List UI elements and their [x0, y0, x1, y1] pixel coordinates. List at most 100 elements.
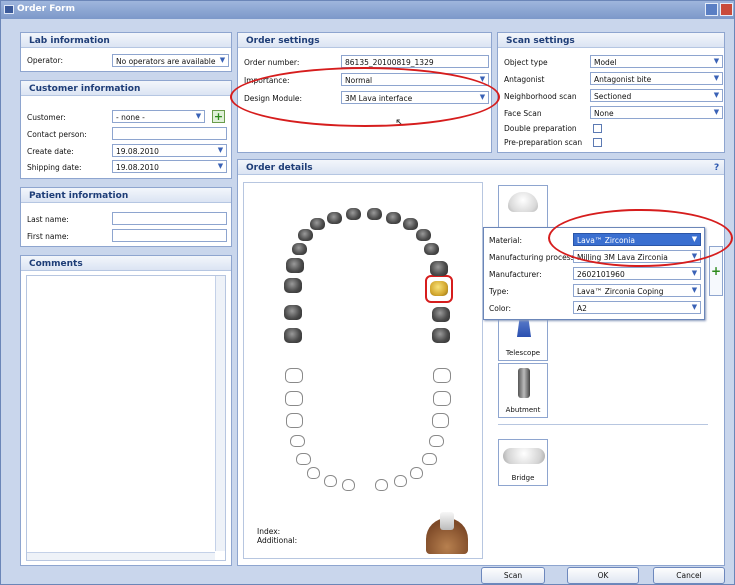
- tooth-lower-45[interactable]: [290, 435, 305, 447]
- window-title: Order Form: [17, 4, 75, 14]
- double-preparation-checkbox[interactable]: [593, 124, 602, 133]
- divider: [498, 424, 708, 425]
- chevron-down-icon: ▼: [713, 108, 720, 116]
- last-name-label: Last name:: [27, 215, 69, 224]
- chevron-down-icon: ▼: [691, 286, 698, 294]
- contact-person-label: Contact person:: [27, 130, 87, 139]
- tooth-upper-21[interactable]: [367, 208, 382, 220]
- cancel-button[interactable]: Cancel: [653, 567, 725, 584]
- minimize-button[interactable]: [705, 3, 718, 16]
- tooth-lower-42[interactable]: [324, 475, 337, 487]
- tooth-lower-46[interactable]: [286, 413, 303, 428]
- add-customer-icon[interactable]: +: [212, 110, 225, 123]
- tooth-upper-12[interactable]: [327, 212, 342, 224]
- comments-textarea[interactable]: [26, 275, 226, 561]
- neighborhood-scan-select[interactable]: Sectioned ▼: [590, 89, 723, 102]
- scan-settings-panel: Scan settings Object type Model ▼ Antago…: [497, 32, 725, 153]
- type-select[interactable]: Lava™ Zirconia Coping ▼: [573, 284, 701, 297]
- customer-select[interactable]: - none - ▼: [112, 110, 205, 123]
- abutment-tile[interactable]: Abutment: [498, 363, 548, 418]
- selected-tooth-highlight: [425, 275, 453, 303]
- crown-tile[interactable]: [498, 185, 548, 228]
- object-type-select[interactable]: Model ▼: [590, 55, 723, 68]
- manufacturer-select[interactable]: 2602101960 ▼: [573, 267, 701, 280]
- order-settings-header: Order settings: [238, 33, 491, 48]
- tooth-upper-28[interactable]: [432, 307, 450, 322]
- tooth-upper-29[interactable]: [432, 328, 450, 343]
- object-type-label: Object type: [504, 58, 548, 67]
- pre-preparation-scan-checkbox[interactable]: [593, 138, 602, 147]
- tooth-upper-13[interactable]: [310, 218, 325, 230]
- chevron-down-icon: ▼: [713, 74, 720, 82]
- face-scan-select[interactable]: None ▼: [590, 106, 723, 119]
- tooth-upper-19[interactable]: [284, 328, 302, 343]
- color-select[interactable]: A2 ▼: [573, 301, 701, 314]
- neighborhood-scan-label: Neighborhood scan: [504, 92, 577, 101]
- patient-information-header: Patient information: [21, 188, 231, 203]
- customer-label: Customer:: [27, 113, 66, 122]
- tooth-upper-17[interactable]: [284, 278, 302, 293]
- tooth-lower-47[interactable]: [285, 391, 303, 406]
- patient-information-panel: Patient information Last name: First nam…: [20, 187, 232, 247]
- neighborhood-scan-value: Sectioned: [594, 92, 632, 101]
- chevron-down-icon: ▼: [691, 269, 698, 277]
- telescope-label: Telescope: [505, 349, 541, 357]
- title-bar: Order Form: [1, 1, 734, 19]
- design-module-highlight-oval: [230, 67, 500, 127]
- comments-panel: Comments: [20, 255, 232, 566]
- tooth-lower-32[interactable]: [394, 475, 407, 487]
- index-label: Index:: [257, 527, 281, 536]
- tooth-chart[interactable]: Index: Additional:: [243, 182, 483, 559]
- tooth-lower-38[interactable]: [433, 368, 451, 383]
- tooth-upper-14[interactable]: [298, 229, 313, 241]
- tooth-upper-25[interactable]: [424, 243, 439, 255]
- create-date-picker[interactable]: 19.08.2010 ▼: [112, 144, 227, 157]
- scan-button[interactable]: Scan: [481, 567, 545, 584]
- order-number-label: Order number:: [244, 58, 300, 67]
- abutment-label: Abutment: [505, 406, 541, 414]
- create-date-value: 19.08.2010: [116, 147, 159, 156]
- operator-label: Operator:: [27, 56, 63, 65]
- double-preparation-label: Double preparation: [504, 124, 577, 133]
- tooth-lower-44[interactable]: [296, 453, 311, 465]
- comments-scrollbar[interactable]: [215, 276, 225, 551]
- bridge-tile[interactable]: Bridge: [498, 439, 548, 486]
- tooth-upper-15[interactable]: [292, 243, 307, 255]
- last-name-field[interactable]: [112, 212, 227, 225]
- chevron-down-icon: ▼: [217, 146, 224, 154]
- contact-person-field[interactable]: [112, 127, 227, 140]
- shipping-date-value: 19.08.2010: [116, 163, 159, 172]
- tooth-lower-33[interactable]: [410, 467, 423, 479]
- pre-preparation-scan-label: Pre-preparation scan: [504, 138, 583, 147]
- chevron-down-icon: ▼: [713, 57, 720, 65]
- tooth-lower-41[interactable]: [342, 479, 355, 491]
- customer-information-header: Customer information: [21, 81, 231, 96]
- tooth-upper-22[interactable]: [386, 212, 401, 224]
- tooth-upper-18[interactable]: [284, 305, 302, 320]
- antagonist-select[interactable]: Antagonist bite ▼: [590, 72, 723, 85]
- tooth-lower-48[interactable]: [285, 368, 303, 383]
- tooth-upper-11[interactable]: [346, 208, 361, 220]
- tooth-lower-34[interactable]: [422, 453, 437, 465]
- tooth-upper-23[interactable]: [403, 218, 418, 230]
- shipping-date-picker[interactable]: 19.08.2010 ▼: [112, 160, 227, 173]
- bridge-icon: [503, 448, 545, 464]
- shipping-date-label: Shipping date:: [27, 163, 82, 172]
- operator-select[interactable]: No operators are available ▼: [112, 54, 229, 67]
- object-type-value: Model: [594, 58, 617, 67]
- close-button[interactable]: [720, 3, 733, 16]
- tooth-upper-16[interactable]: [286, 258, 304, 273]
- tooth-lower-36[interactable]: [432, 413, 449, 428]
- manufacturer-label: Manufacturer:: [489, 270, 542, 279]
- ok-button[interactable]: OK: [567, 567, 639, 584]
- first-name-field[interactable]: [112, 229, 227, 242]
- comments-horizontal-scrollbar[interactable]: [27, 552, 215, 560]
- tooth-lower-37[interactable]: [433, 391, 451, 406]
- tooth-lower-31[interactable]: [375, 479, 388, 491]
- tooth-upper-24[interactable]: [416, 229, 431, 241]
- tooth-upper-27[interactable]: [430, 261, 448, 276]
- help-icon[interactable]: ?: [714, 163, 719, 173]
- tooth-lower-35[interactable]: [429, 435, 444, 447]
- antagonist-value: Antagonist bite: [594, 75, 652, 84]
- tooth-lower-43[interactable]: [307, 467, 320, 479]
